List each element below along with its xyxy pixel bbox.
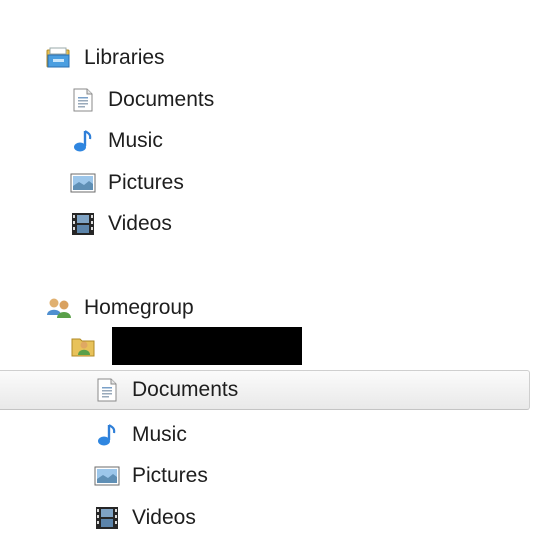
selection-highlight <box>0 370 530 410</box>
film-icon <box>94 505 120 531</box>
libraries-item-documents[interactable]: Documents <box>70 82 214 118</box>
film-icon <box>70 211 96 237</box>
document-icon <box>94 377 120 403</box>
homegroup-item-music[interactable]: Music <box>94 417 187 453</box>
libraries-item-pictures[interactable]: Pictures <box>70 165 184 201</box>
homegroup-user[interactable] <box>70 327 302 365</box>
homegroup-icon <box>46 295 72 321</box>
nav-item-libraries[interactable]: Libraries <box>46 40 165 76</box>
nav-item-label: Documents <box>132 378 239 401</box>
music-note-icon <box>94 422 120 448</box>
homegroup-item-videos[interactable]: Videos <box>94 500 196 536</box>
navigation-pane: Libraries Documents Music Pictures Video… <box>0 0 533 558</box>
music-note-icon <box>70 128 96 154</box>
user-folder-icon <box>70 333 96 359</box>
nav-item-label: Documents <box>108 88 215 111</box>
nav-item-label: Videos <box>108 212 172 235</box>
nav-item-label: Pictures <box>108 171 184 194</box>
nav-item-label: Music <box>132 423 187 446</box>
nav-item-label: Videos <box>132 506 196 529</box>
libraries-icon <box>46 45 72 71</box>
nav-item-homegroup[interactable]: Homegroup <box>46 290 194 326</box>
homegroup-item-documents[interactable]: Documents <box>94 372 238 408</box>
libraries-item-videos[interactable]: Videos <box>70 206 172 242</box>
homegroup-item-pictures[interactable]: Pictures <box>94 458 208 494</box>
picture-icon <box>70 170 96 196</box>
document-icon <box>70 87 96 113</box>
nav-item-label: Libraries <box>84 46 165 69</box>
redacted-username <box>112 327 302 365</box>
libraries-item-music[interactable]: Music <box>70 123 163 159</box>
nav-item-label: Homegroup <box>84 296 194 319</box>
nav-item-label: Pictures <box>132 464 208 487</box>
picture-icon <box>94 463 120 489</box>
nav-item-label: Music <box>108 129 163 152</box>
